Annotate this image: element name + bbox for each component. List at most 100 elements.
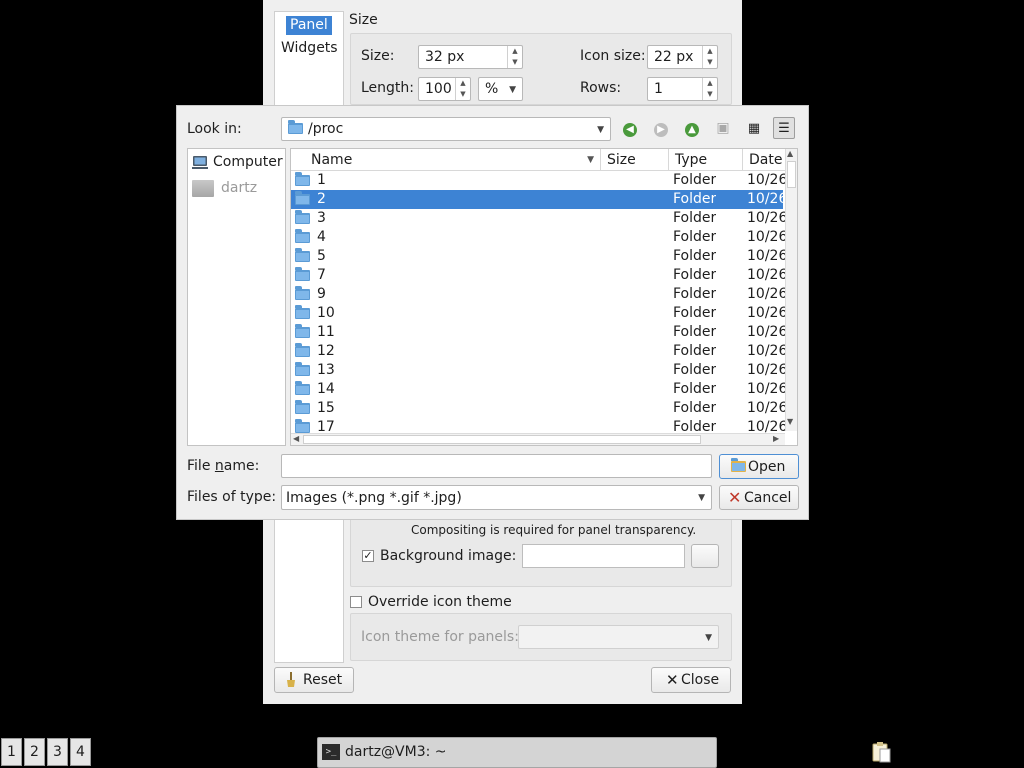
scroll-up-icon[interactable]: ▲ <box>787 149 793 158</box>
icon-size-spinbox[interactable]: 22 px ▲ ▼ <box>647 45 718 69</box>
row-type: Folder <box>673 400 717 416</box>
background-image-checkbox[interactable]: ✓ <box>362 550 374 562</box>
clipboard-icon[interactable] <box>871 741 891 763</box>
row-name: 11 <box>317 324 335 340</box>
vertical-scrollbar[interactable]: ▲ ▼ <box>785 149 797 431</box>
spin-arrows-icon[interactable]: ▲ ▼ <box>702 46 717 68</box>
folder-icon <box>295 362 310 381</box>
horizontal-scroll-thumb[interactable] <box>303 435 701 444</box>
folder-icon <box>295 248 310 267</box>
background-image-browse-button[interactable] <box>691 544 719 568</box>
table-row[interactable]: 5 Folder 10/26 <box>291 247 785 267</box>
row-type: Folder <box>673 305 717 321</box>
length-unit-combo[interactable]: % ▼ <box>478 77 523 101</box>
parent-directory-button[interactable]: ▲ <box>681 117 703 139</box>
table-row[interactable]: 10 Folder 10/26 <box>291 304 785 324</box>
table-row[interactable]: 12 Folder 10/26 <box>291 342 785 361</box>
row-type: Folder <box>673 229 717 245</box>
files-of-type-combo[interactable]: Images (*.png *.gif *.jpg) ▼ <box>281 485 712 510</box>
scroll-left-icon[interactable]: ◀ <box>293 434 299 443</box>
length-value: 100 <box>425 81 452 97</box>
size-spinbox[interactable]: 32 px ▲ ▼ <box>418 45 523 69</box>
table-row[interactable]: 7 Folder 10/26 <box>291 266 785 285</box>
folder-icon <box>295 210 310 229</box>
row-name: 9 <box>317 286 326 302</box>
folder-icon <box>295 229 310 248</box>
spin-arrows-icon[interactable]: ▲ ▼ <box>702 78 717 100</box>
length-spinbox[interactable]: 100 ▲ ▼ <box>418 77 471 101</box>
column-header-name[interactable]: Name ▼ <box>291 149 601 171</box>
look-in-combo[interactable]: /proc ▼ <box>281 117 611 141</box>
row-date: 10/26 <box>747 267 785 283</box>
list-view-button[interactable]: ▦ <box>743 117 765 139</box>
table-row[interactable]: 4 Folder 10/26 <box>291 228 785 248</box>
close-button[interactable]: ✕ Close <box>651 667 731 693</box>
table-row[interactable]: 14 Folder 10/26 <box>291 380 785 399</box>
table-row[interactable]: 17 Folder 10/26 <box>291 418 785 433</box>
length-unit-value: % <box>485 81 499 97</box>
workspace-3-button[interactable]: 3 <box>47 738 68 766</box>
table-row[interactable]: 1 Folder 10/26 <box>291 171 785 190</box>
folder-icon <box>295 305 310 324</box>
forward-arrow-icon: ▶ <box>654 123 668 137</box>
override-icon-theme-label: Override icon theme <box>368 594 512 610</box>
table-row[interactable]: 11 Folder 10/26 <box>291 323 785 342</box>
close-button-label: Close <box>681 672 720 688</box>
icon-size-label: Icon size: <box>580 48 646 64</box>
workspace-4-button[interactable]: 4 <box>70 738 91 766</box>
override-icon-theme-checkbox[interactable] <box>350 596 362 608</box>
scroll-right-icon[interactable]: ▶ <box>773 434 779 443</box>
chevron-down-icon: ▼ <box>509 85 516 95</box>
chevron-down-icon: ▼ <box>597 125 604 135</box>
compositing-note: Compositing is required for panel transp… <box>411 523 697 537</box>
scroll-down-icon[interactable]: ▼ <box>787 417 793 426</box>
cancel-button-label: Cancel <box>744 490 792 506</box>
tab-panel[interactable]: Panel <box>286 16 332 35</box>
row-type: Folder <box>673 248 717 264</box>
open-button[interactable]: Open <box>719 454 799 479</box>
row-date: 10/26 <box>747 172 785 188</box>
forward-button[interactable]: ▶ <box>650 117 672 139</box>
row-date: 10/26 <box>747 362 785 378</box>
background-image-path-input[interactable] <box>522 544 685 568</box>
row-name: 7 <box>317 267 326 283</box>
column-header-size[interactable]: Size <box>601 149 669 171</box>
reset-button[interactable]: Reset <box>274 667 354 693</box>
broom-icon <box>287 672 295 687</box>
table-row[interactable]: 9 Folder 10/26 <box>291 285 785 304</box>
table-row[interactable]: 3 Folder 10/26 <box>291 209 785 229</box>
row-date: 10/26 <box>747 419 785 433</box>
table-row-selected[interactable]: 2 Folder 10/26 <box>291 190 785 209</box>
row-name: 12 <box>317 343 335 359</box>
detail-view-button[interactable]: ☰ <box>773 117 795 139</box>
table-row[interactable]: 15 Folder 10/26 <box>291 399 785 418</box>
row-date: 10/26 <box>747 229 785 245</box>
cancel-button[interactable]: ✕ Cancel <box>719 485 799 510</box>
tab-widgets[interactable]: Widgets <box>281 39 338 58</box>
column-header-date[interactable]: Date M <box>743 149 785 171</box>
computer-icon <box>192 156 208 169</box>
size-label: Size: <box>361 48 395 64</box>
taskbar-task-label: dartz@VM3: ~ <box>345 744 447 760</box>
workspace-1-button[interactable]: 1 <box>1 738 22 766</box>
column-header-type[interactable]: Type <box>669 149 743 171</box>
workspace-2-button[interactable]: 2 <box>24 738 45 766</box>
spin-arrows-icon[interactable]: ▲ ▼ <box>507 46 522 68</box>
row-type: Folder <box>673 343 717 359</box>
table-row[interactable]: 13 Folder 10/26 <box>291 361 785 381</box>
row-name: 13 <box>317 362 335 378</box>
look-in-value: /proc <box>308 121 344 137</box>
icon-theme-combo[interactable]: ▼ <box>518 625 719 649</box>
vertical-scroll-thumb[interactable] <box>787 161 796 188</box>
taskbar-task-terminal[interactable]: >_ dartz@VM3: ~ <box>317 737 717 768</box>
cancel-icon: ✕ <box>728 488 742 507</box>
back-button[interactable]: ◀ <box>619 117 641 139</box>
file-name-input[interactable] <box>281 454 712 478</box>
spin-arrows-icon[interactable]: ▲ ▼ <box>455 78 470 100</box>
rows-spinbox[interactable]: 1 ▲ ▼ <box>647 77 718 101</box>
horizontal-scrollbar[interactable]: ◀ ▶ <box>291 433 785 445</box>
new-folder-button[interactable]: ▣ <box>712 117 734 139</box>
row-type: Folder <box>673 419 717 433</box>
row-name: 4 <box>317 229 326 245</box>
folder-icon <box>295 419 310 433</box>
